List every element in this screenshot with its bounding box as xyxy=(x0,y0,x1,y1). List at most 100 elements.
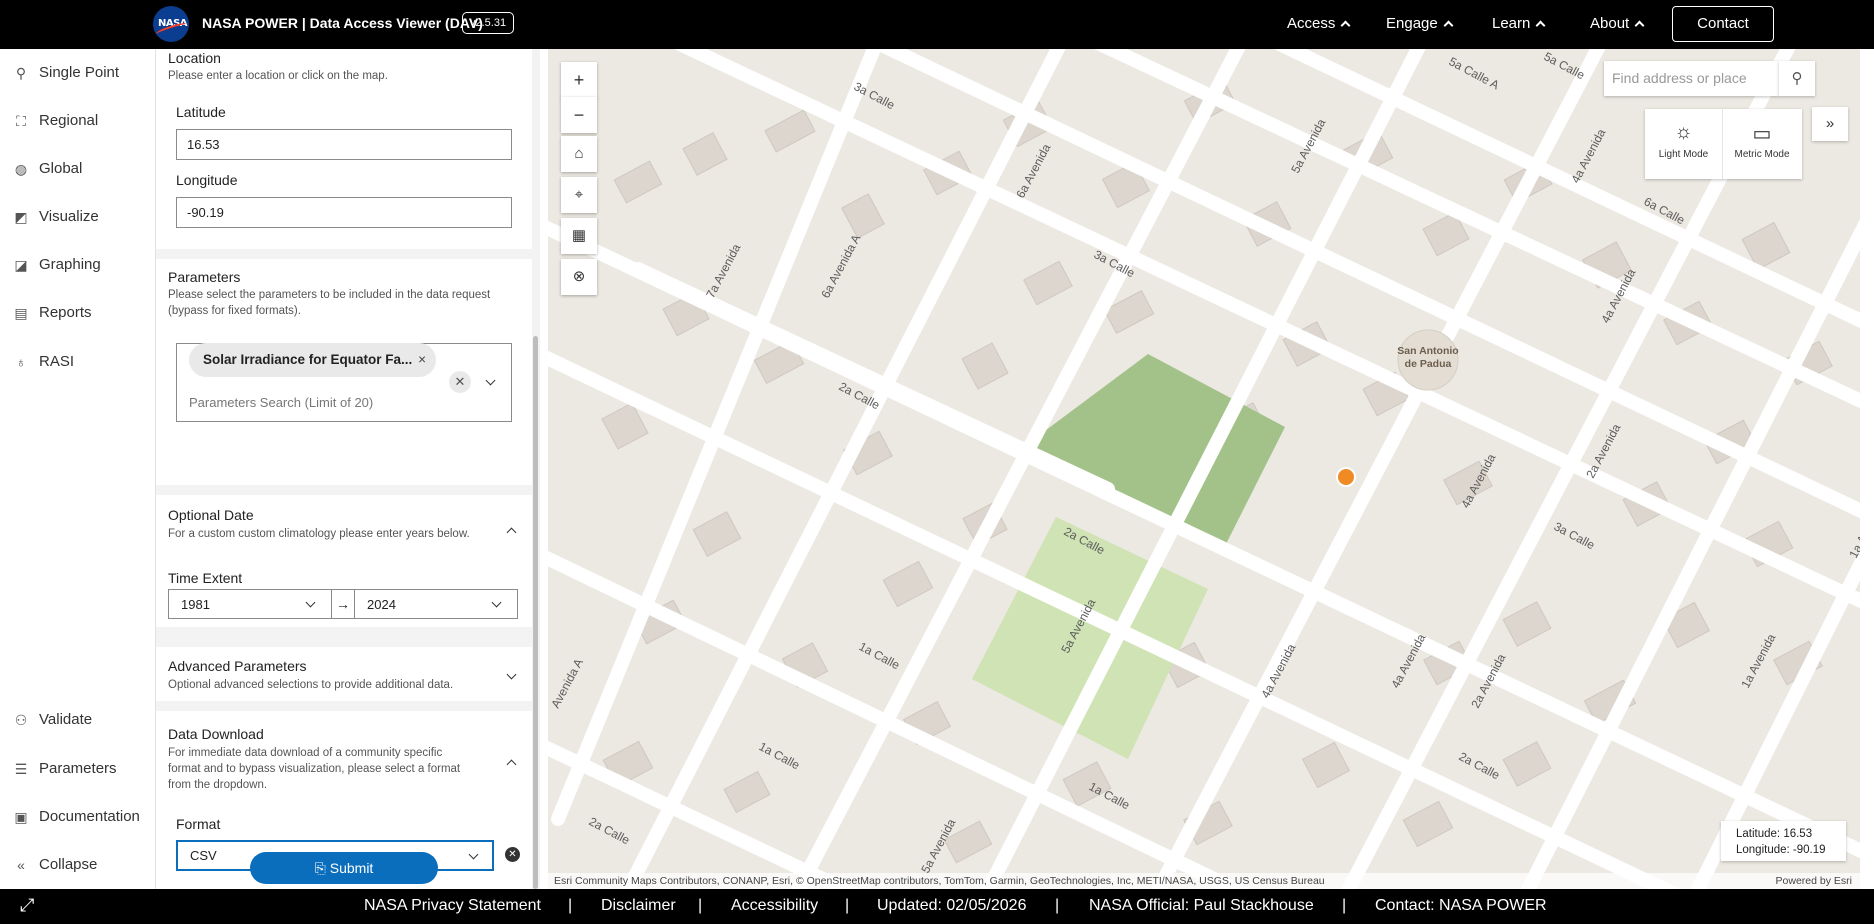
top-bar: NASA NASA POWER | Data Access Viewer (DA… xyxy=(0,0,1874,49)
nav-single-point[interactable]: ⚲ Single Point xyxy=(0,53,156,93)
nav-about-label: About xyxy=(1590,15,1630,32)
optional-date-title[interactable]: Optional Date xyxy=(168,507,254,523)
chevron-down-icon xyxy=(491,597,502,608)
footer-separator: | xyxy=(698,897,703,914)
zoom-out-button[interactable]: − xyxy=(561,97,597,133)
nav-label: Regional xyxy=(39,112,99,129)
double-chevron-right-icon[interactable]: » xyxy=(1812,107,1848,141)
nav-label: Graphing xyxy=(39,256,101,273)
footer-disclaimer-link[interactable]: Disclaimer xyxy=(601,897,676,915)
nav-collapse[interactable]: « Collapse xyxy=(0,845,156,885)
nav-documentation[interactable]: ▣ Documentation xyxy=(0,797,156,837)
chevron-up-icon[interactable] xyxy=(506,759,517,770)
chevron-up-icon[interactable] xyxy=(506,527,517,538)
parameter-chip-label: Solar Irradiance for Equator Fa... xyxy=(203,352,413,367)
footer-nasa-official[interactable]: NASA Official: Paul Stackhouse xyxy=(1089,897,1314,915)
parameters-description-line: (bypass for fixed formats). xyxy=(168,305,301,317)
map-search-input[interactable]: Find address or place xyxy=(1604,61,1779,96)
chevron-up-icon xyxy=(1634,20,1645,31)
map-view[interactable]: San Antonio de Padua 3a Calle 3a Calle 2… xyxy=(548,49,1860,889)
format-value: CSV xyxy=(190,848,217,863)
longitude-label: Longitude xyxy=(176,172,238,188)
advanced-parameters-card[interactable]: Advanced Parameters Optional advanced se… xyxy=(156,647,532,701)
footer-contact-link[interactable]: Contact: NASA POWER xyxy=(1375,897,1547,915)
chevron-up-icon xyxy=(1443,20,1454,31)
start-year-select[interactable]: 1981 xyxy=(168,589,332,619)
time-extent-label: Time Extent xyxy=(168,570,243,586)
expand-icon[interactable]: ⤢ xyxy=(20,895,34,916)
latitude-field[interactable]: 16.53 xyxy=(176,129,512,160)
clear-icon[interactable]: ✕ xyxy=(449,371,471,393)
chevron-up-icon xyxy=(1340,20,1351,31)
nav-reports[interactable]: ▤ Reports xyxy=(0,293,156,333)
nav-engage[interactable]: Engage xyxy=(1386,15,1454,32)
zoom-in-button[interactable]: + xyxy=(561,62,597,98)
download-description-line: For immediate data download of a communi… xyxy=(168,747,443,759)
metric-mode-button[interactable]: ▭ Metric Mode xyxy=(1723,109,1801,179)
submit-button[interactable]: ⎘ Submit xyxy=(250,852,438,884)
parameters-search-input[interactable]: Parameters Search (Limit of 20) xyxy=(189,395,373,410)
side-panel: Location Please enter a location or clic… xyxy=(156,49,540,889)
end-year-select[interactable]: 2024 xyxy=(354,589,518,619)
chevron-down-icon[interactable] xyxy=(506,669,517,680)
attribution-text: Esri Community Maps Contributors, CONANP… xyxy=(554,875,1325,887)
nav-visualize[interactable]: ◩ Visualize xyxy=(0,197,156,237)
download-description-line: format and to bypass visualization, plea… xyxy=(168,763,461,775)
nav-access[interactable]: Access xyxy=(1287,15,1351,32)
bulb-icon: ♁ xyxy=(15,354,27,370)
powered-by-esri[interactable]: Powered by Esri xyxy=(1776,873,1852,889)
mode-toggle-box: ☼ Light Mode ▭ Metric Mode xyxy=(1645,109,1802,179)
cancel-circle-icon[interactable]: ⊗ xyxy=(561,259,597,295)
nav-label: Documentation xyxy=(39,808,140,825)
region-icon: ⛶ xyxy=(16,113,26,129)
metric-mode-label: Metric Mode xyxy=(1734,149,1790,160)
qr-grid-icon[interactable]: ▦ xyxy=(561,218,597,254)
locate-icon[interactable]: ⌖ xyxy=(561,177,597,213)
globe-icon: ◍ xyxy=(14,161,28,177)
chevron-down-icon xyxy=(468,849,479,860)
nav-label: Single Point xyxy=(39,64,120,81)
advanced-description: Optional advanced selections to provide … xyxy=(168,679,454,691)
location-description: Please enter a location or click on the … xyxy=(168,70,388,82)
collapse-icon: « xyxy=(17,857,25,873)
nav-validate[interactable]: ⚇ Validate xyxy=(0,700,156,740)
nav-learn[interactable]: Learn xyxy=(1492,15,1546,32)
light-mode-button[interactable]: ☼ Light Mode xyxy=(1645,109,1723,179)
footer-separator: | xyxy=(568,897,573,914)
chevron-down-icon xyxy=(305,597,316,608)
nav-graphing[interactable]: ◪ Graphing xyxy=(0,245,156,285)
latitude-label: Latitude xyxy=(176,104,226,120)
nav-rasi[interactable]: ♁ RASI xyxy=(0,342,156,382)
longitude-field[interactable]: -90.19 xyxy=(176,197,512,228)
nav-parameters[interactable]: ☰ Parameters xyxy=(0,749,156,789)
home-icon[interactable]: ⌂ xyxy=(561,136,597,172)
location-marker[interactable] xyxy=(1336,467,1356,487)
nav-global[interactable]: ◍ Global xyxy=(0,149,156,189)
map-attribution: Esri Community Maps Contributors, CONANP… xyxy=(548,873,1860,889)
graph-icon: ◪ xyxy=(14,257,28,273)
footer-separator: | xyxy=(845,897,850,914)
footer-privacy-link[interactable]: NASA Privacy Statement xyxy=(364,897,541,915)
contact-button[interactable]: Contact xyxy=(1672,6,1774,42)
footer-accessibility-link[interactable]: Accessibility xyxy=(731,897,818,915)
document-icon: ▣ xyxy=(14,809,28,825)
nav-regional[interactable]: ⛶ Regional xyxy=(0,101,156,141)
panel-scrollbar[interactable] xyxy=(533,336,538,889)
footer-separator: | xyxy=(1342,897,1347,914)
remove-chip-icon[interactable]: × xyxy=(418,343,426,377)
search-icon[interactable]: ⚲ xyxy=(1779,61,1815,96)
chevron-down-icon[interactable] xyxy=(485,375,496,386)
nav-access-label: Access xyxy=(1287,15,1336,32)
light-mode-label: Light Mode xyxy=(1658,149,1709,160)
landmark-label-line1: San Antonio xyxy=(1397,345,1458,357)
download-description-line: from the dropdown. xyxy=(168,779,268,791)
location-card: Location Please enter a location or clic… xyxy=(156,49,532,249)
nav-about[interactable]: About xyxy=(1590,15,1645,32)
clear-format-icon[interactable]: ✕ xyxy=(505,847,520,862)
download-title[interactable]: Data Download xyxy=(168,726,264,742)
nav-label: Collapse xyxy=(39,856,98,873)
coord-longitude: Longitude: -90.19 xyxy=(1736,844,1826,856)
list-icon: ☰ xyxy=(14,761,28,777)
nasa-logo[interactable]: NASA xyxy=(153,6,189,42)
nav-label: Parameters xyxy=(39,760,117,777)
